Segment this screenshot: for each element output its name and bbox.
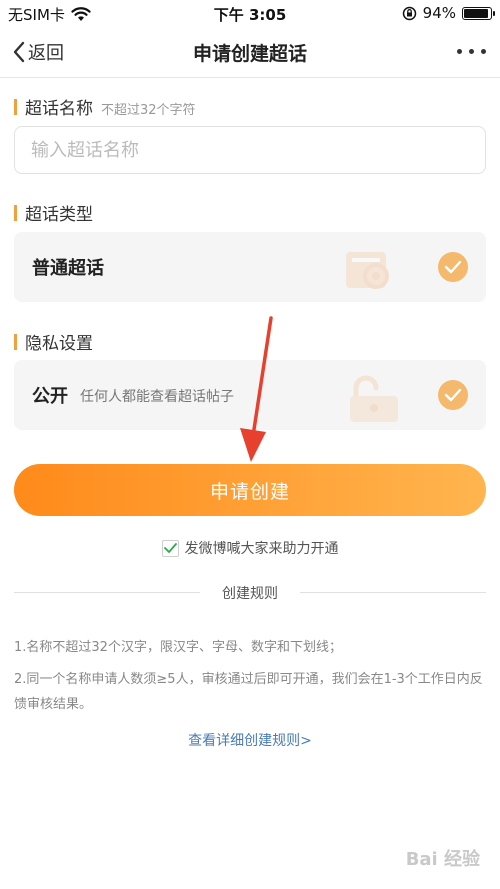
divider-line <box>300 592 486 593</box>
battery-icon <box>462 6 495 20</box>
privacy-label: 隐私设置 <box>25 334 93 354</box>
more-dot-icon <box>457 49 462 54</box>
privacy-check-icon <box>438 380 468 410</box>
name-section-label: 超话名称 不超过32个字符 <box>14 94 196 119</box>
orientation-lock-icon <box>402 6 416 20</box>
nav-bar: 返回 申请创建超话 <box>0 26 500 78</box>
share-weibo-checkbox[interactable] <box>161 539 179 557</box>
topic-card-illustration-icon <box>346 252 389 289</box>
detailed-rules-link[interactable]: 查看详细创建规则> <box>0 730 500 750</box>
share-weibo-label: 发微博喊大家来助力开通 <box>184 541 339 557</box>
rule-item: 2.同一个名称申请人数须≥5人，审核通过后即可开通，我们会在1-3个工作日内反馈… <box>14 672 483 712</box>
more-button[interactable] <box>457 49 486 54</box>
unlock-illustration-icon <box>350 375 398 422</box>
more-dot-icon <box>469 49 474 54</box>
share-weibo-option: 发微博喊大家来助力开通 <box>0 538 500 558</box>
type-section-label: 超话类型 <box>14 200 93 225</box>
battery-level <box>464 8 488 18</box>
topic-name-input[interactable] <box>14 126 486 174</box>
status-bar: 无SIM卡 下午 3:05 94% <box>0 0 500 26</box>
apply-create-button[interactable]: 申请创建 <box>14 464 486 516</box>
type-option-title: 普通超话 <box>32 258 104 279</box>
type-check-icon <box>438 252 468 282</box>
status-right: 94% <box>402 4 495 22</box>
privacy-option-card[interactable]: 公开 任何人都能查看超话帖子 <box>14 360 486 430</box>
page-title: 申请创建超话 <box>192 43 307 65</box>
name-hint: 不超过32个字符 <box>101 103 196 118</box>
battery-percent: 94% <box>422 4 456 22</box>
more-dot-icon <box>481 49 486 54</box>
privacy-option-title: 公开 <box>32 386 68 407</box>
rules-title: 创建规则 <box>222 586 278 602</box>
watermark: Bai 经验 <box>405 849 480 870</box>
section-bar <box>14 333 17 350</box>
type-option-card[interactable]: 普通超话 <box>14 232 486 302</box>
name-label: 超话名称 <box>25 99 93 119</box>
rule-item: 1.名称不超过32个汉字，限汉字、字母、数字和下划线； <box>14 640 342 655</box>
privacy-option-desc: 任何人都能查看超话帖子 <box>80 389 234 405</box>
section-bar <box>14 98 17 115</box>
rules-divider: 创建规则 <box>14 582 486 602</box>
checkmark-icon <box>163 543 177 553</box>
section-bar <box>14 204 17 221</box>
type-label: 超话类型 <box>25 205 93 225</box>
privacy-section-label: 隐私设置 <box>14 329 93 354</box>
